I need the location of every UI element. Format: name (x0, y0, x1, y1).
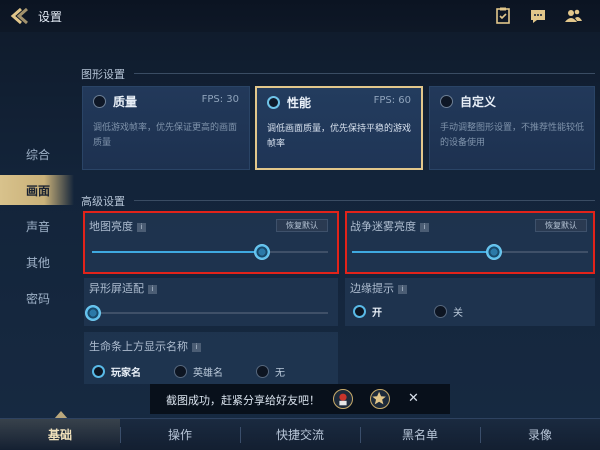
section-divider (134, 200, 595, 201)
notch-adapt-label: 异形屏适配 i (89, 280, 157, 296)
notch-adapt-slider-handle[interactable] (85, 305, 101, 321)
friends-icon[interactable] (563, 6, 583, 26)
chat-icon[interactable] (528, 6, 548, 26)
radio-icon (174, 365, 187, 378)
radio-icon (256, 365, 269, 378)
graphics-section-title: 图形设置 (81, 68, 125, 81)
back-arrow-icon[interactable] (8, 6, 32, 26)
option-fps: FPS: 60 (373, 95, 411, 106)
tab-basic[interactable]: 基础 (0, 419, 120, 450)
healthbar-none-radio[interactable]: 无 (256, 364, 285, 379)
edge-hint-on-radio[interactable]: 开 (353, 304, 382, 319)
healthbar-hero-name-radio[interactable]: 英雄名 (174, 364, 223, 379)
radio-icon (440, 95, 453, 108)
bottom-tab-bar: 基础 操作 快捷交流 黑名单 录像 (0, 418, 600, 450)
section-divider (134, 73, 595, 74)
top-bar: 设置 (0, 0, 600, 32)
screenshot-toast: 截图成功，赶紧分享给好友吧！ ✕ (150, 384, 450, 414)
sidebar-item-password[interactable]: 密码 (0, 283, 74, 313)
info-icon[interactable]: i (148, 285, 157, 294)
option-label: 关 (453, 308, 463, 319)
close-icon[interactable]: ✕ (408, 391, 419, 406)
star-icon[interactable] (370, 389, 390, 409)
option-fps: FPS: 30 (201, 94, 239, 105)
edge-hint-off-radio[interactable]: 关 (434, 304, 463, 319)
option-description: 手动调整图形设置，不推荐性能较低的设备使用 (440, 123, 585, 148)
option-label: 开 (372, 308, 382, 319)
option-description: 调低画面质量，优先保持平稳的游戏帧率 (267, 124, 412, 149)
option-description: 调低游戏帧率，优先保证更高的画面质量 (93, 123, 238, 148)
sidebar-item-sound[interactable]: 声音 (0, 211, 74, 241)
sidebar-item-general[interactable]: 综合 (0, 139, 74, 169)
tab-replay[interactable]: 录像 (480, 419, 600, 450)
option-label: 玩家名 (111, 368, 141, 379)
sidebar: 综合 画面 声音 其他 密码 (0, 32, 74, 412)
task-icon[interactable] (493, 6, 513, 26)
page-title: 设置 (38, 10, 63, 24)
healthbar-player-name-radio[interactable]: 玩家名 (92, 364, 141, 379)
tab-controls[interactable]: 操作 (120, 419, 240, 450)
highlight-box (83, 211, 339, 274)
radio-icon (93, 95, 106, 108)
info-icon[interactable]: i (192, 343, 201, 352)
tab-blacklist[interactable]: 黑名单 (360, 419, 480, 450)
sidebar-item-graphics[interactable]: 画面 (0, 175, 74, 205)
sidebar-item-other[interactable]: 其他 (0, 247, 74, 277)
radio-selected-icon (353, 305, 366, 318)
graphics-option-performance[interactable]: 性能 FPS: 60 调低画面质量，优先保持平稳的游戏帧率 (255, 86, 423, 170)
option-label: 英雄名 (193, 368, 223, 379)
radio-icon (434, 305, 447, 318)
highlight-box (345, 211, 595, 274)
graphics-option-quality[interactable]: 质量 FPS: 30 调低游戏帧率，优先保证更高的画面质量 (82, 86, 250, 170)
notch-adapt-track[interactable] (92, 312, 328, 314)
option-label: 无 (275, 368, 285, 379)
radio-selected-icon (267, 96, 280, 109)
info-icon[interactable]: i (398, 285, 407, 294)
edge-hint-label: 边缘提示 i (350, 280, 407, 296)
option-name: 性能 (287, 96, 312, 110)
radio-selected-icon (92, 365, 105, 378)
graphics-option-custom[interactable]: 自定义 手动调整图形设置，不推荐性能较低的设备使用 (429, 86, 595, 170)
healthbar-name-label: 生命条上方显示名称 i (89, 338, 201, 354)
tab-quick-chat[interactable]: 快捷交流 (240, 419, 360, 450)
share-avatar-icon[interactable] (333, 389, 353, 409)
toast-message: 截图成功，赶紧分享给好友吧！ (166, 394, 320, 407)
option-name: 自定义 (460, 95, 497, 109)
advanced-section-title: 高级设置 (81, 195, 125, 208)
option-name: 质量 (113, 95, 138, 109)
